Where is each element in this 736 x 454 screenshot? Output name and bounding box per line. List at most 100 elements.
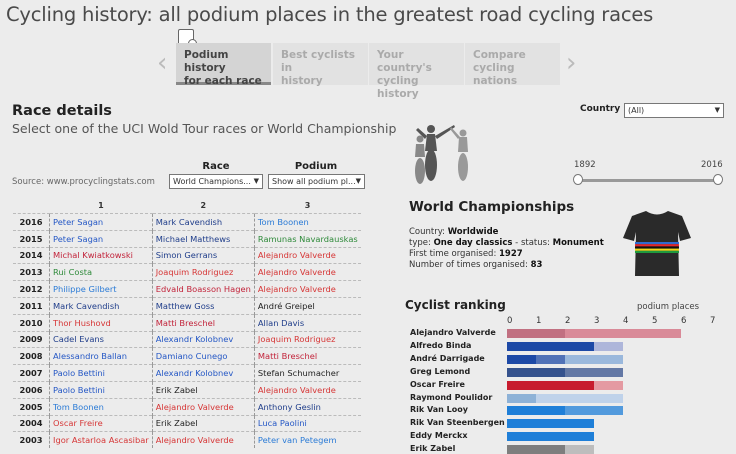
table-row[interactable]: 2010 Thor Hushovd Matti Breschel Allan Davi… (13, 313, 361, 332)
column-header-second: 2 (200, 201, 207, 210)
story-tab-podium-history[interactable]: Podium history for each race (176, 43, 271, 87)
first-place-cell[interactable]: Rui Costa (49, 263, 153, 281)
race-info-first-organised: First time organised: 1927 (409, 249, 523, 259)
first-place-cell[interactable]: Mark Cavendish (49, 296, 153, 315)
third-place-cell[interactable]: Matti Breschel (253, 347, 361, 365)
table-row[interactable]: 2013 Rui Costa Joaquim Rodriguez Alejandro … (13, 263, 361, 281)
third-place-cell[interactable]: Tom Boonen (253, 213, 361, 231)
first-place-cell[interactable]: Michal Kwiatkowski (49, 246, 153, 264)
ranking-bar-first-place[interactable] (507, 354, 536, 364)
table-row[interactable]: 2014 Michal Kwiatkowski Simon Gerrans Aleja… (13, 246, 361, 264)
podium-dropdown[interactable]: Show all podium pl... ▼ (268, 174, 365, 189)
first-place-cell[interactable]: Paolo Bettini (49, 364, 153, 382)
table-row[interactable]: 2009 Cadel Evans Alexandr Kolobnev Joaquim … (13, 330, 361, 348)
ranking-bar-third-place[interactable] (594, 380, 623, 390)
year-cell: 2013 (13, 263, 50, 281)
first-place-cell[interactable]: Cadel Evans (49, 330, 153, 348)
ranking-bar-second-place[interactable] (565, 367, 623, 377)
third-place-cell[interactable]: Anthony Geslin (253, 397, 361, 416)
second-place-cell[interactable]: Alejandro Valverde (151, 431, 255, 449)
table-row[interactable]: 2003 Igor Astarloa Ascasibar Alejandro Val… (13, 431, 361, 449)
ranking-bar-first-place[interactable] (507, 341, 594, 351)
ranking-bar-first-place[interactable] (507, 419, 594, 429)
table-row[interactable]: 2015 Peter Sagan Michael Matthews Ramunas N… (13, 229, 361, 248)
story-next-arrow-icon[interactable]: › (566, 50, 576, 76)
second-place-cell[interactable]: Michael Matthews (151, 229, 255, 248)
year-slider-start-handle[interactable] (573, 174, 583, 185)
table-row[interactable]: 2004 Oscar Freire Erik Zabel Luca Paolini (13, 414, 361, 432)
ranking-bar-second-place[interactable] (507, 445, 565, 454)
third-place-cell[interactable]: Peter van Petegem (253, 431, 361, 449)
ranking-bar-third-place[interactable] (594, 341, 623, 351)
year-slider-end-handle[interactable] (713, 174, 723, 185)
race-dropdown[interactable]: World Champions... ▼ (169, 174, 263, 189)
second-place-cell[interactable]: Mark Cavendish (151, 213, 255, 231)
second-place-cell[interactable]: Erik Zabel (151, 414, 255, 432)
ranking-bar-second-place[interactable] (507, 393, 536, 403)
first-place-cell[interactable]: Thor Hushovd (49, 313, 153, 332)
chevron-down-icon: ▼ (355, 177, 361, 185)
ranking-cyclist-name: Oscar Freire (410, 379, 465, 389)
table-row[interactable]: 2007 Paolo Bettini Alexandr Kolobnev Stefan… (13, 364, 361, 382)
third-place-cell[interactable]: Joaquim Rodriguez (253, 330, 361, 348)
ranking-bar-first-place[interactable] (507, 432, 594, 442)
story-prev-arrow-icon[interactable]: ‹ (157, 50, 167, 76)
ranking-bar-third-place[interactable] (565, 354, 623, 364)
table-row[interactable]: 2006 Paolo Bettini Erik Zabel Alejandro Val… (13, 380, 361, 399)
times-organised-label: Number of times organised: (409, 260, 528, 270)
story-tab-label: Compare cycling (473, 49, 526, 74)
first-place-cell[interactable]: Alessandro Ballan (49, 347, 153, 365)
ranking-cyclist-name: Rik Van Looy (410, 405, 468, 415)
ranking-bar-third-place[interactable] (565, 329, 681, 338)
second-place-cell[interactable]: Damiano Cunego (151, 347, 255, 365)
table-row[interactable]: 2016 Peter Sagan Mark Cavendish Tom Boonen (13, 213, 361, 231)
first-place-cell[interactable]: Philippe Gilbert (49, 280, 153, 298)
times-organised-value: 83 (530, 260, 543, 270)
country-dropdown[interactable]: (All) ▼ (624, 103, 724, 118)
ranking-bar-second-place[interactable] (507, 329, 565, 338)
third-place-cell[interactable]: Alejandro Valverde (253, 263, 361, 281)
axis-tick-label: 2 (565, 316, 571, 326)
first-place-cell[interactable]: Tom Boonen (49, 397, 153, 416)
second-place-cell[interactable]: Matti Breschel (151, 313, 255, 332)
ranking-cyclist-name: Raymond Poulidor (410, 392, 493, 402)
first-place-cell[interactable]: Oscar Freire (49, 414, 153, 432)
table-row[interactable]: 2012 Philippe Gilbert Edvald Boasson Hagen… (13, 280, 361, 298)
second-place-cell[interactable]: Alexandr Kolobnev (151, 330, 255, 348)
third-place-cell[interactable]: Alejandro Valverde (253, 380, 361, 399)
second-place-cell[interactable]: Alexandr Kolobnev (151, 364, 255, 382)
second-place-cell[interactable]: Alejandro Valverde (151, 397, 255, 416)
first-place-cell[interactable]: Paolo Bettini (49, 380, 153, 399)
first-place-cell[interactable]: Igor Astarloa Ascasibar (49, 431, 153, 449)
ranking-bar-third-place[interactable] (565, 445, 594, 454)
ranking-bar-third-place[interactable] (536, 393, 623, 403)
third-place-cell[interactable]: Ramunas Navardauskas (253, 229, 361, 248)
axis-tick-label: 3 (594, 316, 600, 326)
table-row[interactable]: 2011 Mark Cavendish Matthew Goss André Grei… (13, 296, 361, 315)
ranking-bar-second-place[interactable] (536, 354, 565, 364)
second-place-cell[interactable]: Joaquim Rodriguez (151, 263, 255, 281)
table-row[interactable]: 2008 Alessandro Ballan Damiano Cunego Matti… (13, 347, 361, 365)
year-slider-track[interactable] (577, 179, 718, 182)
table-row[interactable]: 2005 Tom Boonen Alejandro Valverde Anthony … (13, 397, 361, 416)
ranking-bar-second-place[interactable] (565, 406, 623, 416)
third-place-cell[interactable]: Stefan Schumacher (253, 364, 361, 382)
third-place-cell[interactable]: Alejandro Valverde (253, 280, 361, 298)
third-place-cell[interactable]: Alejandro Valverde (253, 246, 361, 264)
story-tab-compare-nations[interactable]: Compare cycling nations (465, 43, 560, 87)
second-place-cell[interactable]: Matthew Goss (151, 296, 255, 315)
story-tab-best-cyclists[interactable]: Best cyclists in history (273, 43, 368, 87)
second-place-cell[interactable]: Simon Gerrans (151, 246, 255, 264)
story-tab-country-history[interactable]: Your country's cycling history (369, 43, 464, 100)
first-place-cell[interactable]: Peter Sagan (49, 229, 153, 248)
third-place-cell[interactable]: Allan Davis (253, 313, 361, 332)
second-place-cell[interactable]: Erik Zabel (151, 380, 255, 399)
third-place-cell[interactable]: André Greipel (253, 296, 361, 315)
second-place-cell[interactable]: Edvald Boasson Hagen (151, 280, 255, 298)
first-place-cell[interactable]: Peter Sagan (49, 213, 153, 231)
ranking-bar-first-place[interactable] (507, 406, 565, 416)
ranking-bar-first-place[interactable] (507, 367, 565, 377)
third-place-cell[interactable]: Luca Paolini (253, 414, 361, 432)
year-cell: 2010 (13, 313, 50, 332)
ranking-bar-first-place[interactable] (507, 380, 594, 390)
